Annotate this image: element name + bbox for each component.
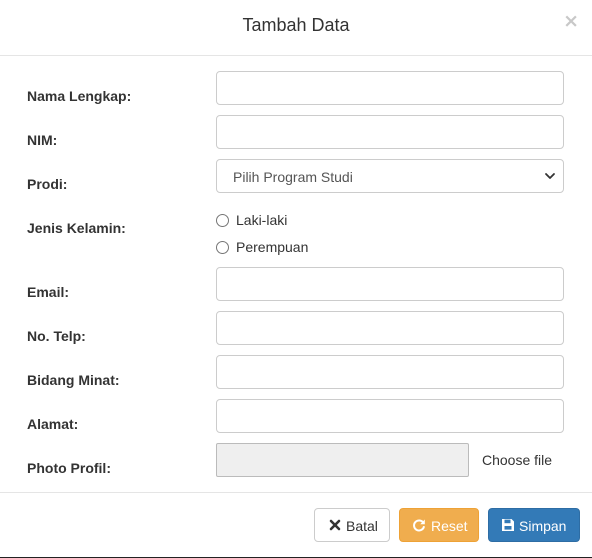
reset-label: Reset — [431, 518, 468, 534]
label-nama-lengkap: Nama Lengkap: — [27, 88, 132, 104]
label-bidang-minat: Bidang Minat: — [27, 372, 120, 388]
photo-file-input[interactable] — [216, 443, 469, 477]
label-photo-profil: Photo Profil: — [27, 460, 111, 476]
radio-laki-laki-circle[interactable] — [216, 214, 229, 227]
prodi-select[interactable]: Pilih Program Studi — [216, 159, 564, 193]
save-icon — [502, 519, 514, 531]
label-alamat: Alamat: — [27, 416, 79, 432]
label-telp: No. Telp: — [27, 328, 86, 344]
nama-lengkap-input[interactable] — [216, 71, 564, 105]
batal-label: Batal — [346, 518, 378, 534]
label-prodi: Prodi: — [27, 176, 68, 192]
telp-input[interactable] — [216, 311, 564, 345]
bidang-minat-input[interactable] — [216, 355, 564, 389]
nim-input[interactable] — [216, 115, 564, 149]
label-jenis-kelamin: Jenis Kelamin: — [27, 220, 126, 236]
simpan-button[interactable]: Simpan — [488, 508, 580, 542]
chevron-down-icon — [545, 173, 555, 179]
radio-perempuan-circle[interactable] — [216, 241, 229, 254]
radio-perempuan-label: Perempuan — [236, 239, 309, 255]
modal-title: Tambah Data — [242, 15, 350, 35]
label-email: Email: — [27, 284, 70, 300]
add-data-modal: Tambah Data × Nama Lengkap: NIM: Prodi: … — [0, 0, 592, 558]
close-icon[interactable]: × — [563, 12, 579, 31]
email-input[interactable] — [216, 267, 564, 301]
refresh-icon — [413, 519, 425, 532]
prodi-selected-value: Pilih Program Studi — [233, 169, 353, 185]
batal-button[interactable]: Batal — [314, 508, 390, 542]
times-icon — [329, 519, 341, 531]
reset-button[interactable]: Reset — [399, 508, 479, 542]
modal-header: Tambah Data × — [0, 0, 592, 56]
radio-laki-laki-label: Laki-laki — [236, 212, 288, 228]
label-nim: NIM: — [27, 132, 58, 148]
alamat-input[interactable] — [216, 399, 564, 433]
simpan-label: Simpan — [519, 518, 567, 534]
choose-file-button[interactable]: Choose file — [482, 452, 552, 468]
